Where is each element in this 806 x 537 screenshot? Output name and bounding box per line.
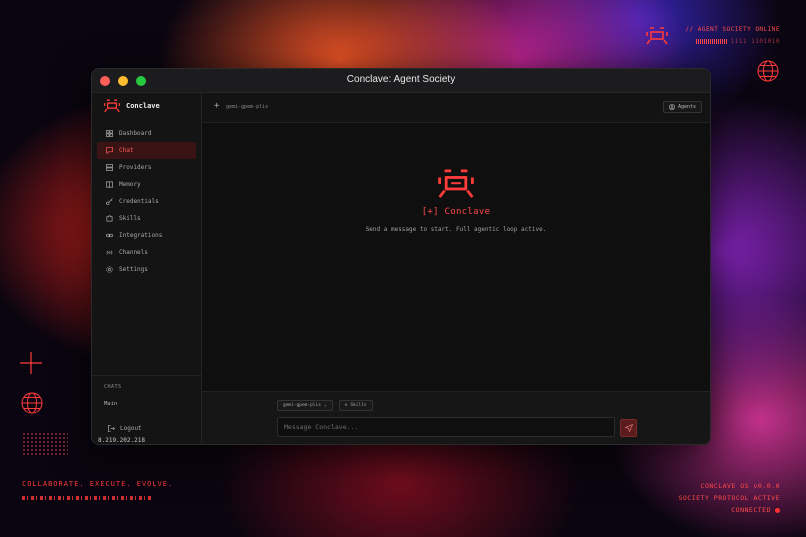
sidebar-item-label: Credentials	[119, 198, 159, 205]
sidebar-nav: Dashboard Chat Providers Memory Credenti…	[92, 125, 201, 278]
empty-state-subtitle: Send a message to start. Full agentic lo…	[365, 226, 547, 233]
sidebar-item-skills[interactable]: Skills	[97, 210, 196, 227]
connected-dot-icon	[775, 507, 780, 513]
sidebar-item-settings[interactable]: Settings	[97, 261, 196, 278]
chat-icon	[106, 147, 113, 154]
sidebar-item-channels[interactable]: Channels	[97, 244, 196, 261]
chat-list-item[interactable]: Main	[104, 401, 189, 407]
sidebar-item-dashboard[interactable]: Dashboard	[97, 125, 196, 142]
send-button[interactable]	[620, 419, 637, 437]
protocol-status: SOCIETY PROTOCOL ACTIVE	[678, 494, 780, 502]
chats-heading: CHATS	[104, 384, 122, 390]
status-line: // AGENT SOCIETY ONLINE	[685, 26, 780, 33]
status-code: 1111 1101010	[730, 38, 780, 45]
gear-icon	[106, 266, 113, 273]
empty-state: [+] Conclave Send a message to start. Fu…	[202, 169, 710, 233]
sidebar-item-label: Providers	[119, 164, 152, 171]
sidebar-item-label: Dashboard	[119, 130, 152, 137]
sidebar-item-label: Integrations	[119, 232, 163, 239]
title-bar: Conclave: Agent Society	[92, 69, 710, 93]
ip-address: 8.219.202.218	[98, 437, 145, 444]
robot-logo-icon	[438, 169, 474, 198]
os-status: CONCLAVE OS v0.0.0 SOCIETY PROTOCOL ACTI…	[678, 480, 780, 516]
composer: gemi-gpem-plis ⌄ ⊘ Skills	[202, 391, 710, 444]
sidebar: Conclave Dashboard Chat Providers Memory…	[92, 93, 202, 444]
logout-label: Logout	[120, 425, 142, 432]
message-input[interactable]	[277, 417, 615, 437]
sidebar-item-memory[interactable]: Memory	[97, 176, 196, 193]
connection-status: CONNECTED	[731, 506, 771, 514]
book-icon	[106, 181, 113, 188]
globe-icon	[757, 60, 779, 82]
sidebar-item-label: Memory	[119, 181, 141, 188]
app-window: Conclave: Agent Society Conclave Dashboa…	[91, 68, 711, 445]
brand[interactable]: Conclave	[92, 93, 201, 119]
chevron-down-icon: ⌄	[323, 403, 327, 408]
puzzle-icon	[106, 215, 113, 222]
model-select-value: gemi-gpem-plis	[283, 403, 321, 408]
globe-icon	[21, 392, 43, 414]
agents-button[interactable]: Agents	[662, 101, 702, 113]
server-icon	[106, 164, 113, 171]
grid-icon	[106, 130, 113, 137]
model-select[interactable]: gemi-gpem-plis ⌄	[277, 400, 333, 411]
logout-button[interactable]: Logout	[108, 425, 142, 432]
robot-logo-icon	[646, 27, 668, 45]
broadcast-icon	[106, 250, 113, 255]
skills-label: Skills	[350, 403, 367, 408]
sidebar-item-label: Channels	[119, 249, 148, 256]
current-model: gemi-gpem-plis	[226, 104, 269, 110]
agents-label: Agents	[677, 104, 696, 110]
chat-main: + gemi-gpem-plis Agents [+] Conclave Sen…	[202, 93, 710, 444]
dot-grid-decoration	[22, 432, 68, 456]
agents-icon	[669, 104, 675, 110]
sidebar-item-label: Skills	[119, 215, 141, 222]
empty-state-title: [+] Conclave	[421, 207, 491, 217]
send-icon	[624, 424, 633, 432]
key-icon	[106, 198, 113, 205]
sidebar-item-integrations[interactable]: Integrations	[97, 227, 196, 244]
chats-section: CHATS Main	[92, 375, 201, 407]
brand-name: Conclave	[126, 102, 160, 110]
sidebar-item-label: Chat	[119, 147, 134, 154]
sidebar-item-providers[interactable]: Providers	[97, 159, 196, 176]
skills-icon: ⊘	[344, 403, 348, 408]
robot-logo-icon	[104, 99, 120, 113]
status-bar-icon	[695, 39, 728, 44]
window-title: Conclave: Agent Society	[346, 74, 456, 85]
os-version: CONCLAVE OS v0.0.0	[700, 482, 780, 490]
motto: COLLABORATE. EXECUTE. EVOLVE.	[22, 480, 173, 500]
bit-strip-decoration	[22, 496, 152, 500]
crosshair-icon	[20, 352, 42, 374]
composer-options: gemi-gpem-plis ⌄ ⊘ Skills	[277, 400, 373, 411]
agent-society-status: // AGENT SOCIETY ONLINE 1111 1101010	[685, 26, 780, 45]
new-chat-button[interactable]: +	[214, 101, 219, 111]
sidebar-item-label: Settings	[119, 266, 148, 273]
logout-icon	[108, 425, 115, 432]
chat-topbar: + gemi-gpem-plis Agents	[202, 93, 710, 123]
sidebar-item-chat[interactable]: Chat	[97, 142, 196, 159]
link-icon	[106, 233, 113, 238]
motto-text: COLLABORATE. EXECUTE. EVOLVE.	[22, 480, 174, 488]
skills-button[interactable]: ⊘ Skills	[338, 400, 373, 411]
sidebar-item-credentials[interactable]: Credentials	[97, 193, 196, 210]
